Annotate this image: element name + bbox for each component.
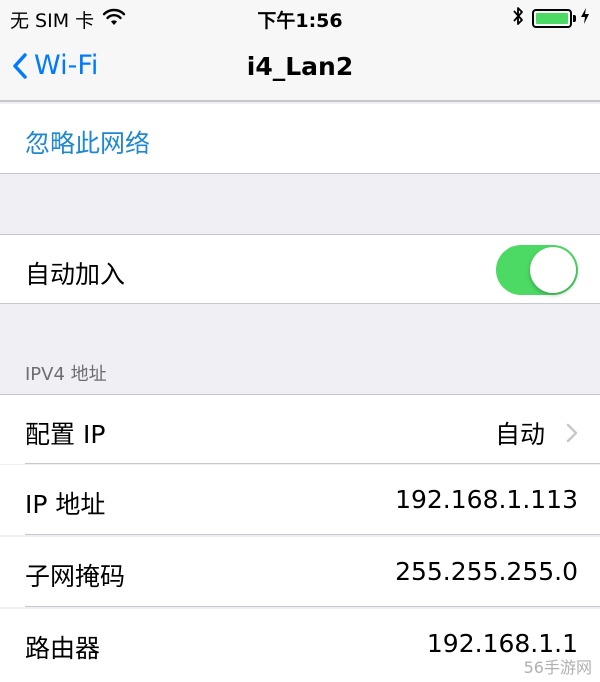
subnet-mask-row: 子网掩码 255.255.255.0 (0, 537, 600, 607)
navigation-bar: Wi-Fi i4_Lan2 (0, 36, 600, 102)
watermark: 56手游网 (523, 658, 592, 677)
battery-tip (573, 15, 576, 22)
separator (25, 463, 600, 464)
configure-ip-label: 配置 IP (25, 420, 106, 449)
bluetooth-icon (512, 6, 524, 31)
auto-join-row: 自动加入 (0, 234, 600, 304)
battery-fill (536, 13, 568, 24)
toggle-knob (530, 247, 576, 293)
chevron-right-icon (566, 420, 578, 449)
status-right (512, 6, 590, 31)
auto-join-toggle[interactable] (496, 245, 578, 295)
charging-icon (580, 7, 590, 30)
auto-join-label: 自动加入 (25, 260, 126, 289)
status-time: 下午1:56 (257, 10, 343, 32)
subnet-mask-value: 255.255.255.0 (395, 557, 578, 586)
ip-address-value: 192.168.1.113 (395, 485, 578, 514)
router-row: 路由器 192.168.1.1 (0, 609, 600, 682)
configure-ip-row[interactable]: 配置 IP 自动 (0, 394, 600, 464)
ip-address-label: IP 地址 (25, 490, 106, 519)
configure-ip-value: 自动 (494, 420, 545, 449)
router-label: 路由器 (25, 634, 101, 663)
forget-network-button[interactable]: 忽略此网络 (0, 104, 600, 174)
status-bar: 无 SIM 卡 下午1:56 (0, 0, 600, 36)
page-title: i4_Lan2 (246, 52, 354, 81)
separator (25, 534, 600, 535)
separator (25, 606, 600, 607)
ipv4-section-header: IPV4 地址 (25, 364, 107, 385)
ip-address-row: IP 地址 192.168.1.113 (0, 465, 600, 535)
subnet-mask-label: 子网掩码 (25, 562, 126, 591)
battery-icon (532, 9, 576, 28)
forget-network-label: 忽略此网络 (25, 129, 151, 158)
